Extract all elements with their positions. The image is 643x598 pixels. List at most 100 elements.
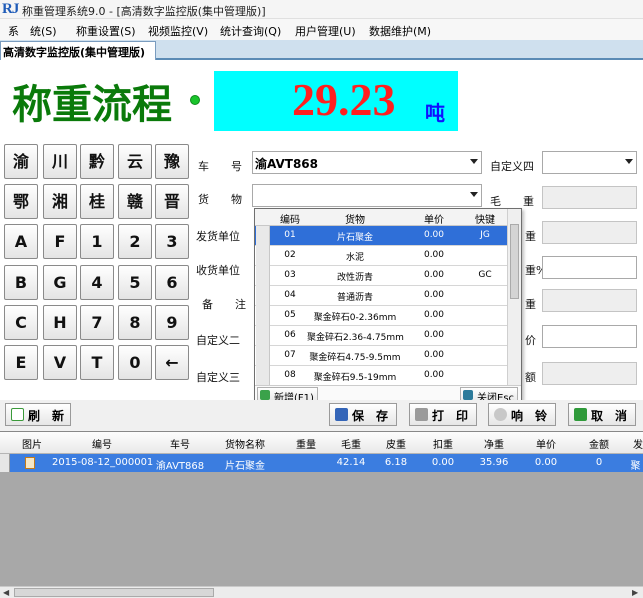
menu-statistics[interactable]: 统计查询(Q): [220, 23, 281, 39]
bell-label: 响 铃: [511, 409, 548, 423]
key-7[interactable]: 湘: [43, 184, 77, 219]
key-16[interactable]: B: [4, 265, 38, 300]
dropdown-cell-goods: 水泥: [345, 253, 364, 263]
weight-unit: 吨: [425, 101, 445, 125]
key-15[interactable]: 3: [155, 224, 189, 259]
key-18[interactable]: 4: [80, 265, 114, 300]
menu-bar: 系 统(S) 称重设置(S) 视频监控(V) 统计查询(Q) 用户管理(U) 数…: [0, 19, 643, 40]
key-21[interactable]: C: [4, 305, 38, 340]
status-indicator: [190, 95, 200, 105]
cancel-button[interactable]: 取 消: [568, 403, 636, 426]
key-6[interactable]: 鄂: [4, 184, 38, 219]
menu-weigh-settings[interactable]: 称重设置(S): [76, 23, 136, 39]
key-5[interactable]: 豫: [155, 144, 189, 179]
menu-data-maintenance[interactable]: 数据维护(M): [369, 23, 431, 39]
dropdown-cell-price: 0.00: [423, 350, 445, 360]
unit-price-field[interactable]: [542, 325, 637, 348]
key-11[interactable]: A: [4, 224, 38, 259]
photo-icon[interactable]: [25, 457, 35, 469]
dropdown-cell-price: 0.00: [423, 290, 445, 300]
dropdown-row-indicator: [256, 366, 270, 386]
grid-col-net: 净重: [484, 440, 504, 451]
key-28[interactable]: T: [80, 345, 114, 380]
key-26[interactable]: E: [4, 345, 38, 380]
key-25[interactable]: 9: [155, 305, 189, 340]
key-8[interactable]: 桂: [80, 184, 114, 219]
dropdown-row[interactable]: 05 聚金碎石0-2.36mm 0.00: [255, 306, 507, 326]
key-20[interactable]: 6: [155, 265, 189, 300]
menu-system[interactable]: 系 统(S): [8, 23, 57, 39]
dropdown-cell-code: 06: [284, 330, 296, 340]
dropdown-cell-goods: 聚金碎石2.36-4.75mm: [307, 333, 404, 343]
key-2[interactable]: 川: [43, 144, 77, 179]
key-10[interactable]: 晋: [155, 184, 189, 219]
cell-goods: 片石聚金: [225, 461, 265, 472]
dropdown-row-indicator: [256, 306, 270, 326]
key-23[interactable]: 7: [80, 305, 114, 340]
dropdown-cell-goods: 聚金碎石9.5-19mm: [313, 373, 397, 383]
grid-col-deduct: 扣重: [433, 440, 453, 451]
scroll-thumb[interactable]: [14, 588, 214, 597]
dropdown-row[interactable]: 02 水泥 0.00: [255, 246, 507, 266]
price-label: 价: [525, 334, 536, 347]
key-22[interactable]: H: [43, 305, 77, 340]
bell-button[interactable]: 响 铃: [488, 403, 556, 426]
key-3[interactable]: 黔: [80, 144, 114, 179]
refresh-button[interactable]: 刷 新: [5, 403, 71, 426]
dropdown-row[interactable]: 03 改性沥青 0.00 GC: [255, 266, 507, 286]
scroll-right-icon[interactable]: ▶: [632, 588, 638, 597]
grid-col-amount: 金额: [589, 440, 609, 451]
chevron-down-icon[interactable]: [470, 159, 478, 164]
grid-col-photo: 图片: [22, 440, 42, 451]
save-icon: [335, 408, 348, 421]
scroll-left-icon[interactable]: ◀: [3, 588, 9, 597]
key-27[interactable]: V: [43, 345, 77, 380]
dropdown-row-indicator: [256, 326, 270, 346]
grid-horizontal-scrollbar[interactable]: ◀ ▶: [0, 586, 643, 598]
dropdown-row[interactable]: 01 片石聚金 0.00 JG: [255, 226, 507, 246]
menu-user-management[interactable]: 用户管理(U): [295, 23, 356, 39]
dropdown-row[interactable]: 04 普通沥青 0.00: [255, 286, 507, 306]
chevron-down-icon[interactable]: [470, 192, 478, 197]
dropdown-scrollbar[interactable]: [507, 209, 521, 385]
deduct-percent-field[interactable]: [542, 256, 637, 279]
backspace-key[interactable]: ←: [155, 345, 189, 380]
dropdown-row[interactable]: 06 聚金碎石2.36-4.75mm 0.00: [255, 326, 507, 346]
key-4[interactable]: 云: [118, 144, 152, 179]
cell-net: 35.96: [479, 457, 509, 468]
dropdown-row[interactable]: 07 聚金碎石4.75-9.5mm 0.00: [255, 346, 507, 366]
dropdown-cell-code: 03: [284, 270, 296, 280]
key-9[interactable]: 赣: [118, 184, 152, 219]
goods-combo[interactable]: [252, 184, 482, 207]
custom4-combo[interactable]: [542, 151, 637, 174]
save-button[interactable]: 保 存: [329, 403, 397, 426]
custom4-label: 自定义四: [490, 160, 534, 173]
grid-col-gross: 毛重: [341, 440, 361, 451]
key-24[interactable]: 8: [118, 305, 152, 340]
key-29[interactable]: 0: [118, 345, 152, 380]
plate-combo[interactable]: 渝AVT868: [252, 151, 482, 174]
print-button[interactable]: 打 印: [409, 403, 477, 426]
plate-label: 车 号: [198, 160, 242, 173]
chevron-down-icon[interactable]: [625, 159, 633, 164]
key-12[interactable]: F: [43, 224, 77, 259]
key-13[interactable]: 1: [80, 224, 114, 259]
dropdown-scroll-thumb[interactable]: [510, 224, 519, 299]
dropdown-col-code: 编码: [280, 215, 300, 226]
goods-dropdown: 编码 货物 单价 快键 01 片石聚金 0.00 JG 02 水泥 0.00 03 改性沥青 0.…: [254, 208, 522, 404]
key-19[interactable]: 5: [118, 265, 152, 300]
dropdown-cell-goods: 片石聚金: [336, 233, 373, 243]
dropdown-cell-goods: 改性沥青: [336, 273, 373, 283]
cell-gross: 42.14: [336, 457, 366, 468]
key-17[interactable]: G: [43, 265, 77, 300]
plate-keypad: 渝 川 黔 云 豫 鄂 湘 桂 赣 晋 A F 1 2 3 B G 4 5 6 …: [2, 144, 190, 382]
grid-col-id: 编号: [92, 440, 112, 451]
table-row[interactable]: 2015-08-12_000001 渝AVT868 片石聚金 42.14 6.1…: [0, 454, 643, 472]
records-grid: 图片 编号 车号 货物名称 重量 毛重 皮重 扣重 净重 单价 金额 发 201…: [0, 431, 643, 586]
key-1[interactable]: 渝: [4, 144, 38, 179]
dropdown-row[interactable]: 08 聚金碎石9.5-19mm 0.00: [255, 366, 507, 386]
key-14[interactable]: 2: [118, 224, 152, 259]
tab-hd-monitor[interactable]: 高清数字监控版(集中管理版): [0, 41, 156, 60]
refresh-label: 刷 新: [28, 409, 65, 423]
menu-video-monitor[interactable]: 视频监控(V): [148, 23, 208, 39]
